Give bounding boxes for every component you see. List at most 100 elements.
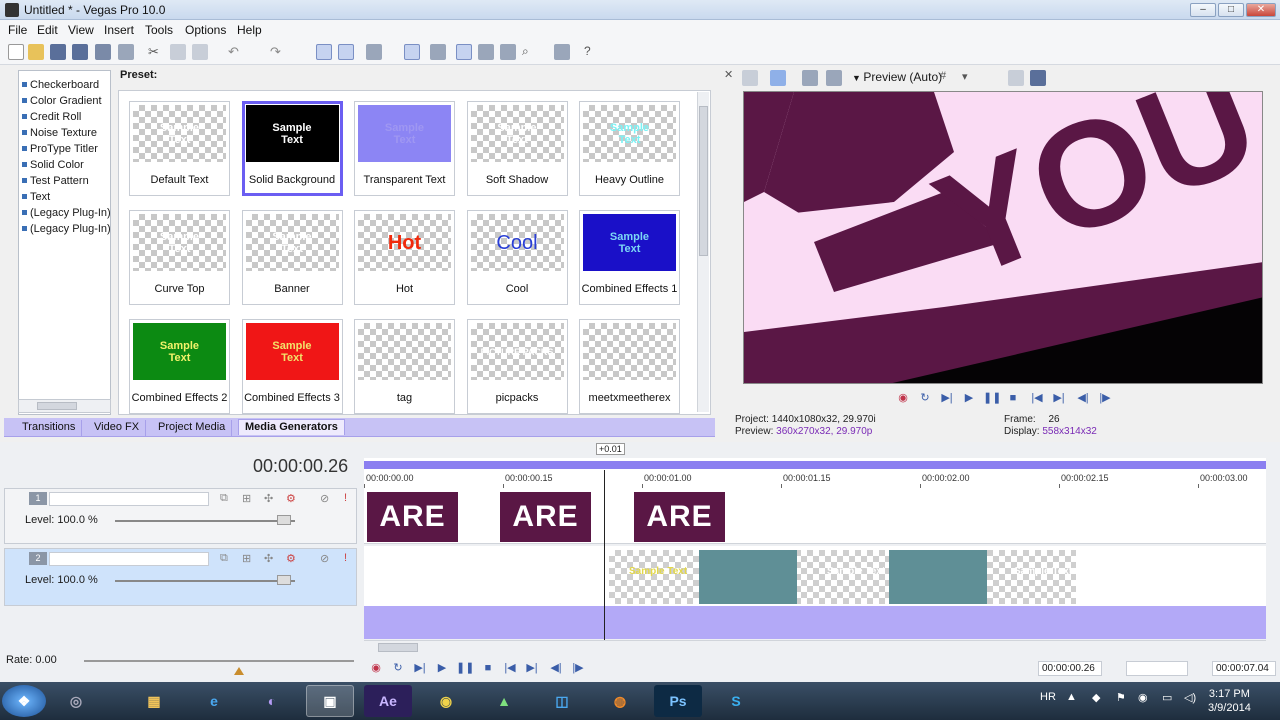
normal-edit-tool-icon[interactable]: [456, 44, 472, 60]
skype-icon[interactable]: S: [712, 685, 760, 717]
track-level-knob[interactable]: [277, 515, 291, 525]
track-lane-2[interactable]: Sample Text Sample Text Sample Text: [364, 546, 1266, 606]
properties-icon[interactable]: [118, 44, 134, 60]
tree-item-credit-roll[interactable]: Credit Roll: [21, 109, 81, 125]
track-level-slider[interactable]: [115, 520, 295, 522]
preset-tile[interactable]: Sample Text Combined Effects 2: [129, 319, 230, 414]
tab-transitions[interactable]: Transitions: [16, 420, 83, 436]
pause-icon[interactable]: ❚❚: [456, 660, 474, 676]
overlays-dropdown-icon[interactable]: ▾: [962, 70, 978, 86]
paste-icon[interactable]: [192, 44, 208, 60]
go-to-end-icon[interactable]: ▶|: [1051, 390, 1067, 406]
envelope-tool-icon[interactable]: [478, 44, 494, 60]
preset-tile[interactable]: Sample Text Soft Shadow: [466, 101, 568, 196]
preset-vertical-scrollbar[interactable]: [697, 92, 709, 412]
copy-icon[interactable]: [170, 44, 186, 60]
redo-icon[interactable]: ↷: [270, 44, 286, 60]
tree-item-test-pattern[interactable]: Test Pattern: [21, 173, 89, 189]
sony-app-icon[interactable]: ◐: [248, 685, 296, 717]
snap-icon[interactable]: [316, 44, 332, 60]
go-to-end-icon[interactable]: ▶|: [524, 660, 540, 676]
lock-envelopes-icon[interactable]: [404, 44, 420, 60]
tray-arrow-icon[interactable]: ▲: [1066, 691, 1077, 703]
preset-tile[interactable]: Sample Text Curve Top: [129, 210, 230, 305]
overlays-icon[interactable]: #: [940, 70, 956, 86]
pause-icon[interactable]: ❚❚: [983, 390, 1001, 406]
ignore-grouping-icon[interactable]: [430, 44, 446, 60]
close-button[interactable]: ✕: [1246, 3, 1276, 17]
preset-tile[interactable]: Sample Text Default Text: [129, 101, 230, 196]
tray-app-icon[interactable]: ◆: [1092, 691, 1100, 704]
preset-tile[interactable]: Sample Text Heavy Outline: [579, 101, 680, 196]
preset-tile[interactable]: Cool Cool: [466, 210, 568, 305]
tree-item-checkerboard[interactable]: Checkerboard: [21, 77, 99, 93]
after-effects-icon[interactable]: Ae: [364, 685, 412, 717]
tray-network-icon[interactable]: ◉: [1138, 691, 1148, 704]
cut-icon[interactable]: ✂: [148, 44, 164, 60]
tree-item-solid-color[interactable]: Solid Color: [21, 157, 84, 173]
video-clip[interactable]: ARE: [367, 492, 458, 542]
stop-icon[interactable]: ■: [1005, 390, 1021, 406]
preset-tile[interactable]: Sample Text Combined Effects 3: [241, 319, 343, 414]
timeline-cursor[interactable]: [604, 470, 605, 640]
play-from-start-icon[interactable]: ▶|: [412, 660, 428, 676]
track-lane-1[interactable]: ARE ARE ARE: [364, 488, 1266, 544]
text-media-clip[interactable]: Sample Text Sample Text Sample Text: [609, 550, 1076, 604]
video-clip[interactable]: ARE: [634, 492, 725, 542]
save-as-icon[interactable]: [72, 44, 88, 60]
tab-media-generators[interactable]: Media Generators: [238, 419, 345, 435]
preview-quality-icon[interactable]: [826, 70, 842, 86]
previous-frame-icon[interactable]: ◀|: [1075, 390, 1091, 406]
track-header-2[interactable]: 2 ⧉ ⊞ ✣ ⚙ ⊘ ! Level: 100.0 %: [4, 548, 357, 606]
track-header-1[interactable]: 1 ⧉ ⊞ ✣ ⚙ ⊘ ! Level: 100.0 %: [4, 488, 357, 544]
whats-this-help-icon[interactable]: ?: [584, 44, 600, 60]
tree-item-protype-titler[interactable]: ProType Titler: [21, 141, 98, 157]
tray-volume-icon[interactable]: ◁): [1184, 691, 1196, 704]
maximize-button[interactable]: □: [1218, 3, 1244, 17]
timeline-timecode[interactable]: 00:00:00.26: [253, 456, 348, 477]
play-icon[interactable]: ▶: [434, 660, 450, 676]
rate-slider[interactable]: [84, 660, 354, 662]
tree-item-legacy-t[interactable]: (Legacy Plug-In) T: [21, 205, 110, 221]
tab-project-media[interactable]: Project Media: [152, 420, 233, 436]
empty-track-area[interactable]: [364, 606, 1266, 639]
track-level-slider[interactable]: [115, 580, 295, 582]
render-icon[interactable]: [95, 44, 111, 60]
track-fx-icons[interactable]: ⧉ ⊞ ✣ ⚙ ⊘ !: [220, 492, 355, 506]
loop-playback-icon[interactable]: ↻: [390, 660, 406, 676]
selection-end-field[interactable]: [1126, 661, 1188, 676]
taskbar-clock[interactable]: 3:17 PM 3/9/2014: [1208, 687, 1251, 715]
vegas-taskbar-icon[interactable]: ▣: [306, 685, 354, 717]
menu-tools[interactable]: Tools: [145, 23, 173, 37]
undo-icon[interactable]: ↶: [228, 44, 244, 60]
menu-help[interactable]: Help: [237, 23, 262, 37]
track-fx-icons[interactable]: ⧉ ⊞ ✣ ⚙ ⊘ !: [220, 552, 355, 566]
track-level-knob[interactable]: [277, 575, 291, 585]
explorer-icon[interactable]: ▦: [130, 685, 178, 717]
record-icon[interactable]: ◉: [895, 390, 911, 406]
close-icon[interactable]: ✕: [724, 68, 740, 84]
tree-item-text[interactable]: Text: [21, 189, 50, 205]
copy-snapshot-icon[interactable]: [1008, 70, 1024, 86]
tree-item-legacy-v[interactable]: (Legacy Plug-In) V: [21, 221, 110, 237]
external-monitor-icon[interactable]: [770, 70, 786, 86]
save-snapshot-icon[interactable]: [1030, 70, 1046, 86]
auto-crossfade-icon[interactable]: [338, 44, 354, 60]
tray-battery-icon[interactable]: ▭: [1162, 691, 1172, 704]
scroll-thumb[interactable]: [699, 106, 708, 256]
preview-properties-icon[interactable]: [742, 70, 758, 86]
selection-length-field[interactable]: 00:00:07.04: [1212, 661, 1276, 676]
scroll-thumb[interactable]: [37, 402, 77, 410]
app-chrome-grey-icon[interactable]: ◎: [52, 685, 100, 717]
split-screen-icon[interactable]: [802, 70, 818, 86]
tree-item-color-gradient[interactable]: Color Gradient: [21, 93, 102, 109]
go-to-start-icon[interactable]: |◀: [502, 660, 518, 676]
enable-snapping-icon[interactable]: [554, 44, 570, 60]
menu-edit[interactable]: Edit: [37, 23, 58, 37]
preset-tile[interactable]: PICTURE PACKS picpacks: [466, 319, 568, 414]
menu-insert[interactable]: Insert: [104, 23, 134, 37]
menu-options[interactable]: Options: [185, 23, 226, 37]
loop-playback-icon[interactable]: ↻: [917, 390, 933, 406]
media-app-icon[interactable]: ▲: [480, 685, 528, 717]
new-icon[interactable]: [8, 44, 24, 60]
